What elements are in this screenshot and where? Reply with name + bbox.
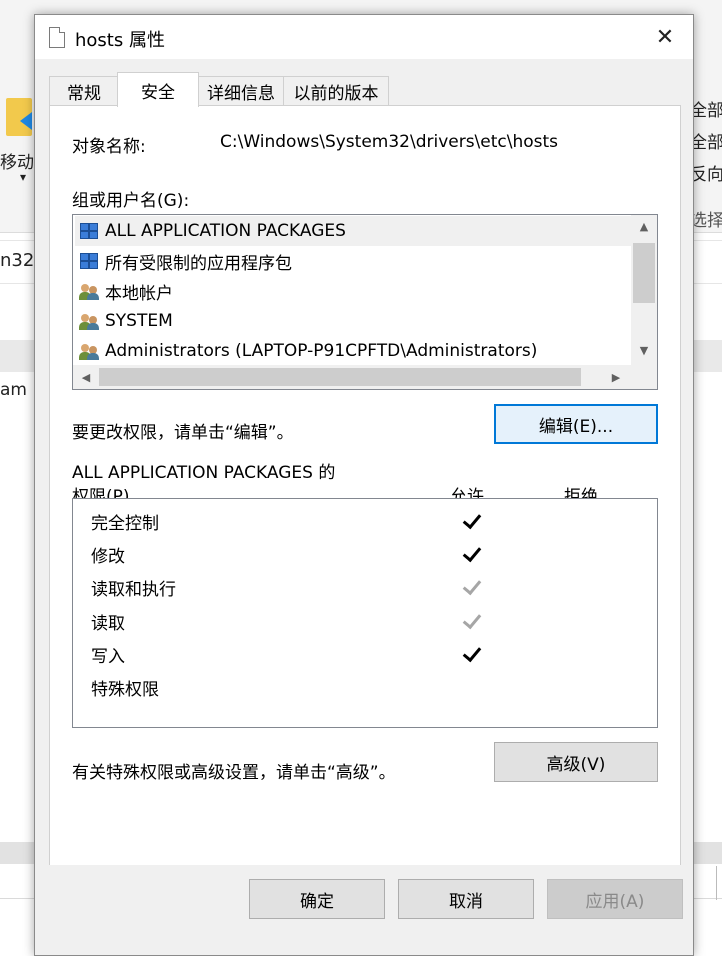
edit-button[interactable]: 编辑(E)... bbox=[494, 404, 658, 444]
advanced-hint: 有关特殊权限或高级设置，请单击“高级”。 bbox=[72, 763, 396, 783]
object-name-value: C:\Windows\System32\drivers\etc\hosts bbox=[220, 132, 559, 152]
user-name: Administrators (LAPTOP-P91CPFTD\Administ… bbox=[105, 341, 538, 361]
file-list-item[interactable]: am bbox=[0, 380, 27, 400]
change-permissions-hint: 要更改权限，请单击“编辑”。 bbox=[72, 423, 294, 443]
vertical-scrollbar[interactable]: ▲ ▼ bbox=[631, 215, 657, 365]
user-row-local-account[interactable]: 本地帐户 bbox=[75, 276, 631, 306]
permission-special: 特殊权限 bbox=[91, 680, 159, 700]
user-name: 所有受限制的应用程序包 bbox=[105, 253, 292, 274]
permission-write: 写入 bbox=[91, 647, 125, 667]
horizontal-scroll-thumb[interactable] bbox=[99, 368, 581, 386]
ribbon-invert-selection[interactable]: 反向选 bbox=[690, 160, 722, 185]
permission-read-execute: 读取和执行 bbox=[91, 580, 176, 600]
vertical-scroll-thumb[interactable] bbox=[633, 243, 655, 303]
user-row-administrators[interactable]: Administrators (LAPTOP-P91CPFTD\Administ… bbox=[75, 336, 631, 366]
package-icon bbox=[79, 222, 101, 240]
permission-full-control: 完全控制 bbox=[91, 514, 159, 534]
tab-details[interactable]: 详细信息 bbox=[197, 76, 285, 106]
user-group-icon bbox=[79, 312, 101, 330]
groups-label: 组或用户名(G): bbox=[72, 191, 190, 211]
close-icon: ✕ bbox=[655, 24, 675, 50]
dialog-titlebar[interactable]: hosts 属性 ✕ bbox=[35, 15, 693, 59]
user-row-all-app-packages[interactable]: ALL APPLICATION PACKAGES bbox=[75, 216, 631, 246]
user-name: 本地帐户 bbox=[105, 283, 173, 304]
move-arrow-icon bbox=[20, 112, 32, 130]
dialog-footer: 确定 取消 应用(A) bbox=[35, 865, 693, 955]
ribbon-select-all[interactable]: 全部选 bbox=[690, 96, 722, 121]
properties-dialog: hosts 属性 ✕ 常规 安全 详细信息 以前的版本 对象名称: C:\Win… bbox=[34, 14, 694, 956]
user-name: SYSTEM bbox=[105, 311, 173, 331]
scroll-right-icon[interactable]: ▶ bbox=[603, 366, 629, 388]
apply-button[interactable]: 应用(A) bbox=[547, 879, 683, 919]
tab-general[interactable]: 常规 bbox=[49, 76, 119, 106]
allow-check-icon bbox=[461, 644, 483, 664]
permissions-title-line1: ALL APPLICATION PACKAGES 的 bbox=[72, 463, 336, 483]
ok-button[interactable]: 确定 bbox=[249, 879, 385, 919]
user-row-system[interactable]: SYSTEM bbox=[75, 306, 631, 336]
cancel-button[interactable]: 取消 bbox=[398, 879, 534, 919]
permissions-list: 完全控制 修改 读取和执行 读取 写入 特殊权限 bbox=[72, 498, 658, 728]
inherited-check-icon bbox=[461, 577, 483, 597]
inherited-check-icon bbox=[461, 611, 483, 631]
security-panel: 对象名称: C:\Windows\System32\drivers\etc\ho… bbox=[49, 105, 681, 867]
document-icon bbox=[49, 27, 65, 48]
object-name-label: 对象名称: bbox=[72, 137, 146, 157]
allow-check-icon bbox=[461, 544, 483, 564]
horizontal-scrollbar[interactable]: ◀ ▶ bbox=[73, 365, 631, 389]
users-listbox[interactable]: ALL APPLICATION PACKAGES 所有受限制的应用程序包 本地帐… bbox=[72, 214, 658, 390]
user-row-restricted-packages[interactable]: 所有受限制的应用程序包 bbox=[75, 246, 631, 276]
tab-security[interactable]: 安全 bbox=[117, 72, 199, 107]
address-bar-text: n32 bbox=[0, 250, 35, 271]
ribbon-select-none[interactable]: 全部取 bbox=[690, 128, 722, 153]
user-group-icon bbox=[79, 342, 101, 360]
user-name: ALL APPLICATION PACKAGES bbox=[105, 221, 346, 241]
permission-modify: 修改 bbox=[91, 547, 125, 567]
permission-read: 读取 bbox=[91, 614, 125, 634]
dialog-title: hosts 属性 bbox=[75, 30, 165, 51]
advanced-button[interactable]: 高级(V) bbox=[494, 742, 658, 782]
ribbon-select-group-label: 选择 bbox=[690, 211, 722, 231]
tab-previous-versions[interactable]: 以前的版本 bbox=[283, 76, 389, 106]
package-icon bbox=[79, 252, 101, 270]
scroll-down-icon[interactable]: ▼ bbox=[631, 339, 657, 361]
allow-check-icon bbox=[461, 511, 483, 531]
close-button[interactable]: ✕ bbox=[637, 15, 693, 59]
scroll-left-icon[interactable]: ◀ bbox=[73, 366, 99, 388]
scroll-up-icon[interactable]: ▲ bbox=[631, 215, 657, 237]
chevron-down-icon[interactable]: ▾ bbox=[20, 170, 26, 184]
user-group-icon bbox=[79, 282, 101, 300]
